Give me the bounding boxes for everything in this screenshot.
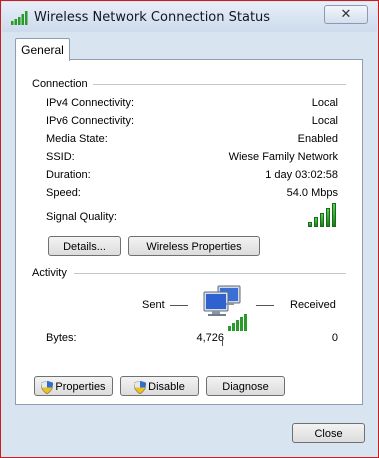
properties-button[interactable]: Properties bbox=[34, 376, 113, 396]
close-icon: ✕ bbox=[340, 6, 352, 21]
media-state-value: Enabled bbox=[297, 133, 338, 145]
connection-divider bbox=[90, 84, 346, 85]
wireless-properties-button[interactable]: Wireless Properties bbox=[128, 236, 260, 256]
sent-line bbox=[170, 305, 188, 306]
uac-shield-icon bbox=[41, 380, 54, 394]
bytes-label: Bytes: bbox=[46, 332, 77, 344]
connection-heading: Connection bbox=[32, 78, 93, 90]
details-button[interactable]: Details... bbox=[48, 236, 121, 256]
ssid-value: Wiese Family Network bbox=[228, 151, 338, 163]
received-label: Received bbox=[290, 299, 336, 311]
signal-bar bbox=[314, 217, 318, 227]
duration-value: 1 day 03:02:58 bbox=[265, 169, 338, 181]
status-dialog: Wireless Network Connection Status ✕ Gen… bbox=[0, 0, 379, 458]
tab-general[interactable]: General bbox=[15, 38, 70, 61]
properties-button-label: Properties bbox=[55, 381, 106, 394]
general-panel: Connection IPv4 Connectivity: Local IPv6… bbox=[15, 59, 363, 405]
signal-bar bbox=[320, 213, 324, 227]
close-button[interactable]: Close bbox=[292, 423, 365, 443]
bytes-separator bbox=[222, 336, 223, 346]
activity-signal-icon bbox=[228, 314, 247, 331]
activity-divider bbox=[74, 273, 346, 274]
signal-bar bbox=[332, 203, 336, 227]
sent-label: Sent bbox=[142, 299, 165, 311]
speed-value: 54.0 Mbps bbox=[286, 187, 338, 199]
network-computers-icon bbox=[203, 285, 247, 331]
title-bar[interactable]: Wireless Network Connection Status ✕ bbox=[2, 2, 377, 32]
signal-bar bbox=[308, 222, 312, 227]
duration-label: Duration: bbox=[46, 169, 91, 181]
ipv6-value: Local bbox=[311, 115, 338, 127]
window-title: Wireless Network Connection Status bbox=[34, 10, 271, 25]
diagnose-button[interactable]: Diagnose bbox=[206, 376, 285, 396]
received-line bbox=[256, 305, 274, 306]
signal-bar bbox=[326, 208, 330, 227]
disable-button[interactable]: Disable bbox=[120, 376, 199, 396]
bytes-received-value: 0 bbox=[331, 332, 338, 344]
bytes-sent-value: 4,726 bbox=[196, 332, 224, 344]
ssid-label: SSID: bbox=[46, 151, 75, 163]
ipv4-value: Local bbox=[311, 97, 338, 109]
ipv6-label: IPv6 Connectivity: bbox=[46, 115, 135, 127]
ipv4-label: IPv4 Connectivity: bbox=[46, 97, 135, 109]
signal-quality-label: Signal Quality: bbox=[46, 211, 117, 223]
uac-shield-icon bbox=[134, 380, 147, 394]
speed-label: Speed: bbox=[46, 187, 81, 199]
signal-strength-icon bbox=[11, 11, 28, 25]
media-state-label: Media State: bbox=[46, 133, 108, 145]
disable-button-label: Disable bbox=[148, 381, 185, 394]
signal-quality-bars bbox=[308, 203, 338, 227]
activity-heading: Activity bbox=[32, 267, 72, 279]
title-close-button[interactable]: ✕ bbox=[324, 5, 368, 24]
